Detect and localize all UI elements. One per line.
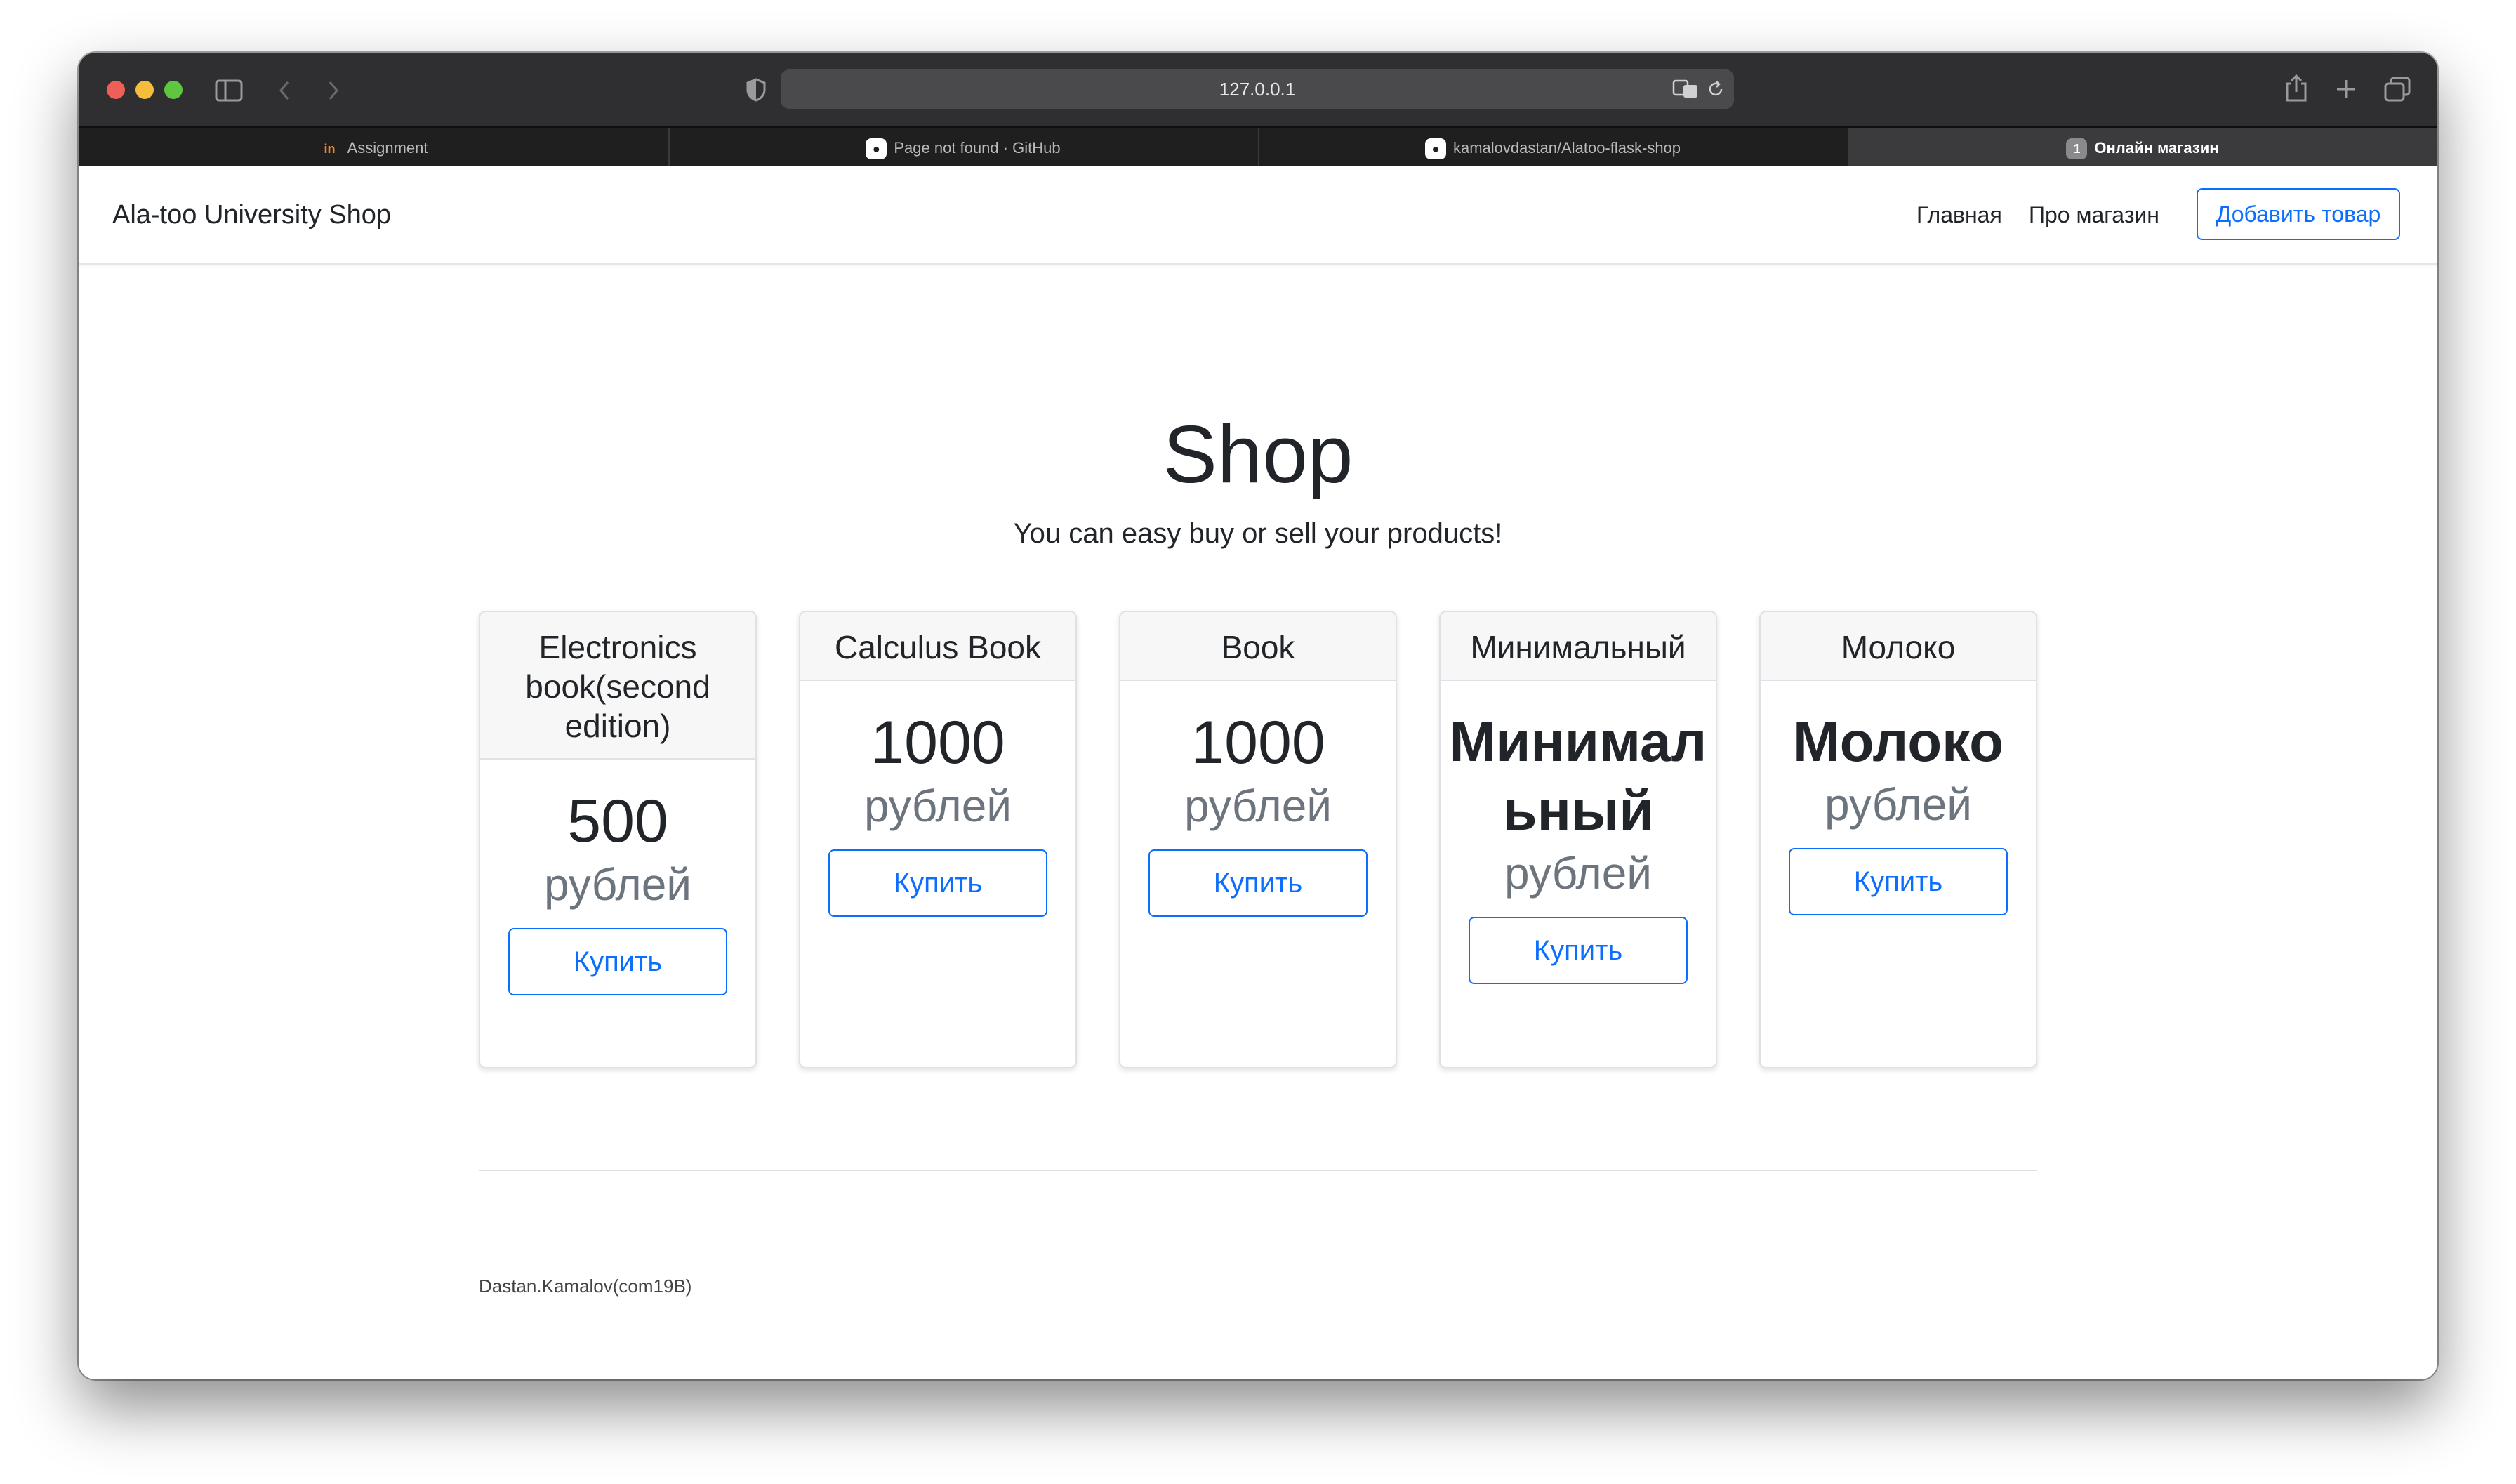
product-currency: рублей	[1504, 848, 1653, 899]
minimize-window-button[interactable]	[135, 81, 154, 99]
buy-button[interactable]: Купить	[828, 849, 1047, 917]
product-card: Book 1000 рублей Купить	[1119, 611, 1397, 1068]
product-name: Молоко	[1761, 612, 2036, 681]
tab-github-not-found[interactable]: ● Page not found · GitHub	[668, 128, 1259, 168]
back-icon[interactable]	[277, 79, 292, 102]
site-navbar: Ala-too University Shop Главная Про мага…	[79, 166, 2437, 265]
privacy-shield-icon[interactable]	[746, 78, 767, 102]
close-window-button[interactable]	[107, 81, 125, 99]
share-icon[interactable]	[2284, 74, 2308, 103]
url-text: 127.0.0.1	[1219, 79, 1296, 100]
footer-credit: Dastan.Kamalov(com19B)	[479, 1276, 692, 1297]
buy-button[interactable]: Купить	[1469, 917, 1688, 984]
tab-online-shop[interactable]: 1 Онлайн магазин	[1848, 128, 2437, 168]
page-title: Shop	[1163, 409, 1353, 500]
tab-github-repo[interactable]: ● kamalovdastan/Alatoo-flask-shop	[1258, 128, 1849, 168]
buy-button[interactable]: Купить	[1789, 848, 2008, 915]
nav-link-home[interactable]: Главная	[1916, 166, 2002, 263]
product-card: Calculus Book 1000 рублей Купить	[799, 611, 1077, 1068]
translate-icon[interactable]	[1672, 79, 1699, 99]
product-card: Минимальный Минимальный рублей Купить	[1439, 611, 1717, 1068]
product-price: Минимальный	[1449, 710, 1707, 842]
tab-assignment[interactable]: in Assignment	[79, 128, 670, 168]
address-bar[interactable]: 127.0.0.1	[781, 69, 1734, 109]
page-subtitle: You can easy buy or sell your products!	[1013, 518, 1503, 549]
product-card-body: 1000 рублей Купить	[1120, 681, 1396, 917]
product-currency: рублей	[543, 859, 692, 910]
buy-button[interactable]: Купить	[508, 928, 727, 995]
reload-icon[interactable]	[1706, 79, 1726, 99]
tab-label: kamalovdastan/Alatoo-flask-shop	[1452, 139, 1681, 157]
add-product-button[interactable]: Добавить товар	[2197, 188, 2400, 240]
product-name: Electronics book(second edition)	[480, 612, 755, 760]
product-price: 1000	[1191, 709, 1325, 776]
product-card-body: 1000 рублей Купить	[800, 681, 1075, 917]
product-name: Book	[1120, 612, 1396, 681]
product-card-body: Молоко рублей Купить	[1761, 681, 2036, 915]
new-tab-icon[interactable]	[2335, 78, 2357, 100]
product-price: Молоко	[1793, 710, 2004, 773]
product-price: 500	[567, 788, 668, 855]
github-icon: ●	[866, 138, 887, 160]
product-card-body: 500 рублей Купить	[480, 760, 755, 995]
footer-divider	[479, 1170, 2037, 1171]
page-content: Ala-too University Shop Главная Про мага…	[79, 166, 2437, 1379]
github-icon: ●	[1424, 138, 1446, 160]
tab-overview-icon[interactable]	[2384, 77, 2411, 102]
sidebar-toggle-icon[interactable]	[215, 79, 243, 102]
buy-button[interactable]: Купить	[1148, 849, 1368, 917]
browser-titlebar: 127.0.0.1	[79, 53, 2437, 126]
product-name: Минимальный	[1441, 612, 1716, 681]
product-currency: рублей	[1824, 779, 1973, 830]
product-card-body: Минимальный рублей Купить	[1441, 681, 1716, 984]
product-price: 1000	[870, 709, 1005, 776]
product-name: Calculus Book	[800, 612, 1075, 681]
tab-number-icon: 1	[2066, 138, 2088, 160]
site-brand[interactable]: Ala-too University Shop	[112, 166, 391, 263]
tab-label: Онлайн магазин	[2094, 139, 2219, 157]
product-card: Electronics book(second edition) 500 руб…	[479, 611, 757, 1068]
product-currency: рублей	[863, 781, 1012, 831]
nav-link-about[interactable]: Про магазин	[2029, 166, 2159, 263]
browser-window: 127.0.0.1 in Assignment ● Page not found…	[79, 53, 2437, 1379]
zoom-window-button[interactable]	[164, 81, 183, 99]
tab-label: Page not found · GitHub	[894, 139, 1061, 157]
tab-label: Assignment	[347, 139, 428, 157]
product-card: Молоко Молоко рублей Купить	[1759, 611, 2037, 1068]
invision-icon: in	[324, 142, 336, 157]
forward-icon[interactable]	[326, 79, 341, 102]
product-currency: рублей	[1184, 781, 1332, 831]
product-grid: Electronics book(second edition) 500 руб…	[479, 611, 2037, 1074]
tab-bar: in Assignment ● Page not found · GitHub ● k…	[79, 126, 2437, 168]
